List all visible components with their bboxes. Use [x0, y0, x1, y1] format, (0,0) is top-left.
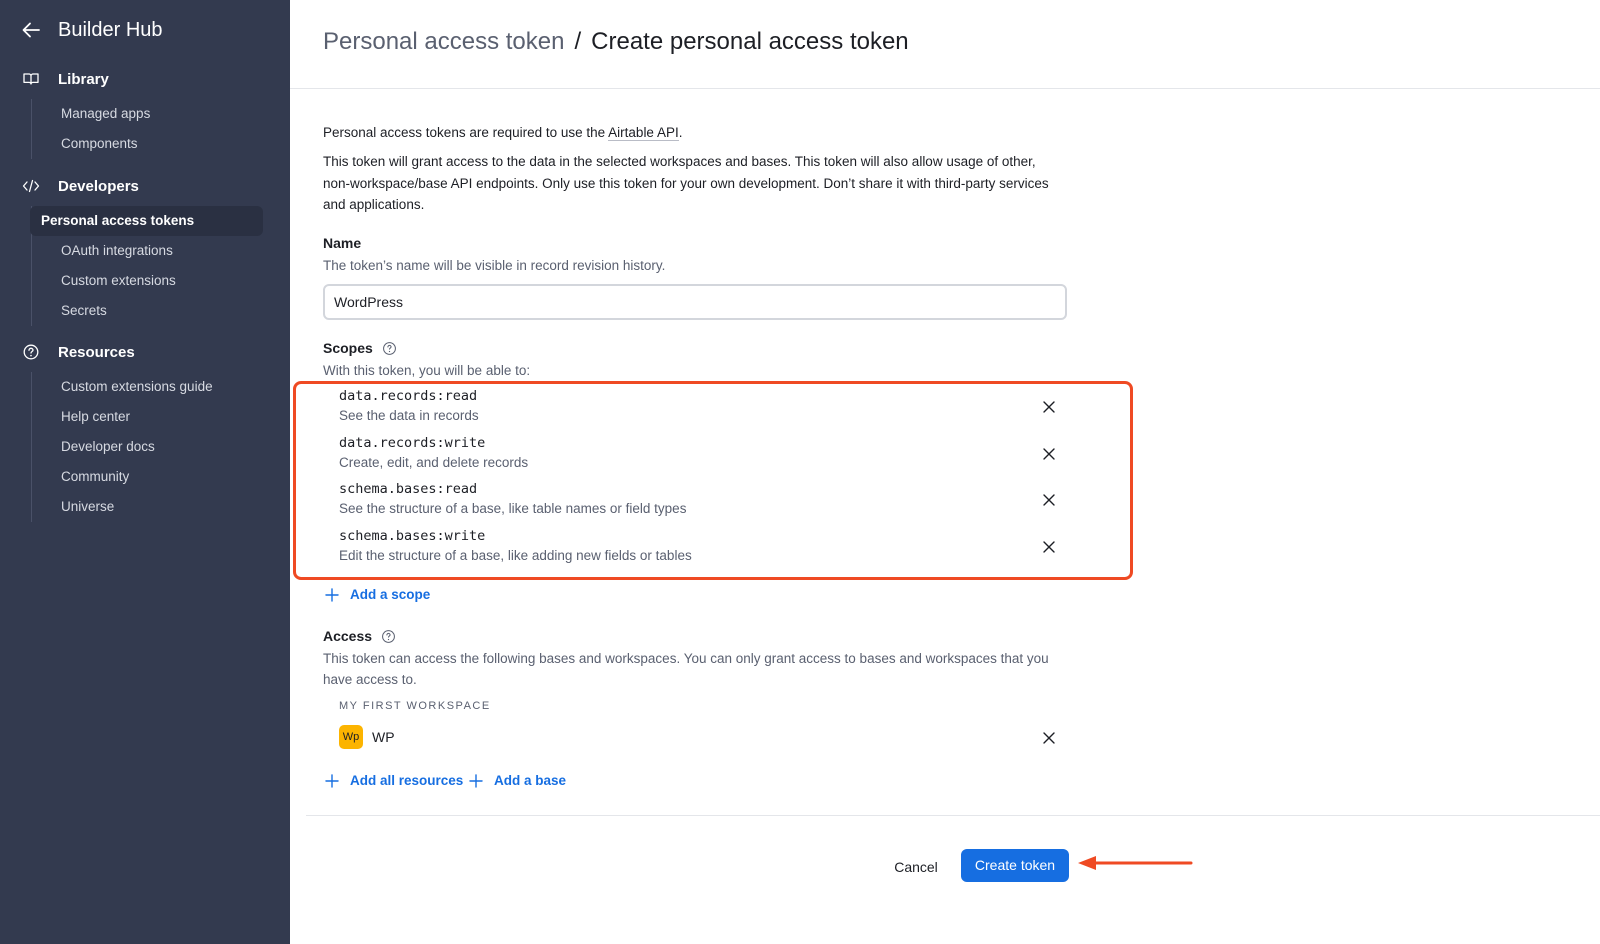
sidebar-section-head-resources[interactable]: Resources [0, 340, 290, 364]
scope-item: data.records:write Create, edit, and del… [339, 435, 1079, 477]
sidebar-item-developer-docs[interactable]: Developer docs [32, 432, 283, 462]
breadcrumb: Personal access token / Create personal … [323, 28, 909, 56]
add-scope-button[interactable]: Add a scope [325, 587, 430, 602]
sidebar-title: Builder Hub [58, 18, 163, 41]
arrow-left-annotation-icon [1078, 856, 1193, 870]
sidebar-item-secrets[interactable]: Secrets [32, 296, 283, 326]
sidebar-item-community[interactable]: Community [32, 462, 283, 492]
sidebar-item-list: Custom extensions guide Help center Deve… [31, 372, 290, 522]
scope-description: Create, edit, and delete records [339, 455, 529, 470]
sidebar-item-managed-apps[interactable]: Managed apps [32, 99, 283, 129]
scope-code: schema.bases:read [339, 481, 478, 497]
scope-item: schema.bases:read See the structure of a… [339, 481, 1079, 523]
sidebar-section-head-library[interactable]: Library [0, 67, 290, 91]
intro-prefix: Personal access tokens are required to u… [323, 125, 609, 140]
scope-code: schema.bases:write [339, 528, 486, 544]
intro-paragraph: This token will grant access to the data… [323, 154, 1049, 212]
add-base-label: Add a base [494, 773, 567, 788]
scopes-help-text: With this token, you will be able to: [323, 363, 531, 378]
cancel-button[interactable]: Cancel [884, 852, 948, 882]
sidebar-item-help-center[interactable]: Help center [32, 402, 283, 432]
arrow-left-icon[interactable] [20, 19, 42, 41]
scope-code: data.records:write [339, 435, 486, 451]
sidebar-item-oauth-integrations[interactable]: OAuth integrations [32, 236, 283, 266]
breadcrumb-separator: / [574, 28, 582, 55]
create-token-button[interactable]: Create token [961, 849, 1069, 882]
remove-scope-close-icon[interactable] [1040, 538, 1058, 556]
scope-item: schema.bases:write Edit the structure of… [339, 528, 1079, 570]
airtable-api-link[interactable]: Airtable API [608, 125, 679, 141]
plus-icon [469, 773, 483, 788]
scope-description: See the structure of a base, like table … [339, 501, 687, 516]
sidebar-item-custom-extensions[interactable]: Custom extensions [32, 266, 283, 296]
sidebar: Builder Hub Library Managed apps Compone… [0, 0, 290, 944]
access-label-row: Access [323, 628, 396, 644]
sidebar-section-resources: Resources Custom extensions guide Help c… [0, 340, 290, 522]
code-icon [22, 179, 40, 193]
remove-base-close-icon[interactable] [1040, 729, 1058, 747]
sidebar-header: Builder Hub [20, 18, 163, 42]
help-circle-icon[interactable] [381, 629, 396, 644]
sidebar-item-custom-extensions-guide[interactable]: Custom extensions guide [32, 372, 283, 402]
intro-suffix: . [678, 125, 683, 140]
base-icon: Wp [339, 725, 363, 749]
scopes-label-row: Scopes [323, 340, 397, 356]
help-circle-icon [23, 344, 39, 360]
token-name-input[interactable] [323, 284, 1067, 320]
scope-description: Edit the structure of a base, like addin… [339, 548, 692, 563]
sidebar-section-developers: Developers Personal access tokens OAuth … [0, 174, 290, 326]
plus-icon [325, 773, 339, 788]
add-scope-label: Add a scope [350, 587, 431, 602]
add-all-resources-button[interactable]: Add all resources [325, 773, 463, 788]
remove-scope-close-icon[interactable] [1040, 398, 1058, 416]
footer-divider [306, 815, 1600, 816]
name-label: Name [323, 235, 362, 251]
remove-scope-close-icon[interactable] [1040, 445, 1058, 463]
workspace-label: MY FIRST WORKSPACE [339, 700, 491, 712]
sidebar-section-library: Library Managed apps Components [0, 67, 290, 159]
sidebar-item-list: Managed apps Components [31, 99, 290, 159]
book-icon [23, 73, 39, 85]
sidebar-section-label: Library [58, 70, 109, 88]
sidebar-item-components[interactable]: Components [32, 129, 283, 159]
remove-scope-close-icon[interactable] [1040, 491, 1058, 509]
scopes-label: Scopes [323, 340, 373, 356]
add-base-button[interactable]: Add a base [469, 773, 566, 788]
scope-description: See the data in records [339, 408, 479, 423]
help-circle-icon[interactable] [382, 341, 397, 356]
sidebar-item-personal-access-tokens[interactable]: Personal access tokens [30, 206, 263, 236]
access-label: Access [323, 628, 373, 644]
intro-line: Personal access tokens are required to u… [323, 122, 1083, 144]
scope-item: data.records:read See the data in record… [339, 388, 1079, 430]
sidebar-item-universe[interactable]: Universe [32, 492, 283, 522]
sidebar-section-head-developers[interactable]: Developers [0, 174, 290, 198]
scope-code: data.records:read [339, 388, 478, 404]
page-title: Create personal access token [591, 28, 909, 55]
add-all-resources-label: Add all resources [350, 773, 464, 788]
sidebar-section-label: Developers [58, 177, 139, 195]
plus-icon [325, 587, 339, 602]
base-name: WP [372, 729, 395, 745]
page-header: Personal access token / Create personal … [290, 0, 1600, 89]
sidebar-item-list: Personal access tokens OAuth integration… [30, 206, 290, 326]
access-help-text: This token can access the following base… [323, 651, 1049, 687]
sidebar-section-label: Resources [58, 343, 135, 361]
breadcrumb-parent-link[interactable]: Personal access token [323, 28, 564, 56]
base-row: Wp WP [339, 725, 395, 749]
name-help-text: The token’s name will be visible in reco… [323, 258, 666, 273]
